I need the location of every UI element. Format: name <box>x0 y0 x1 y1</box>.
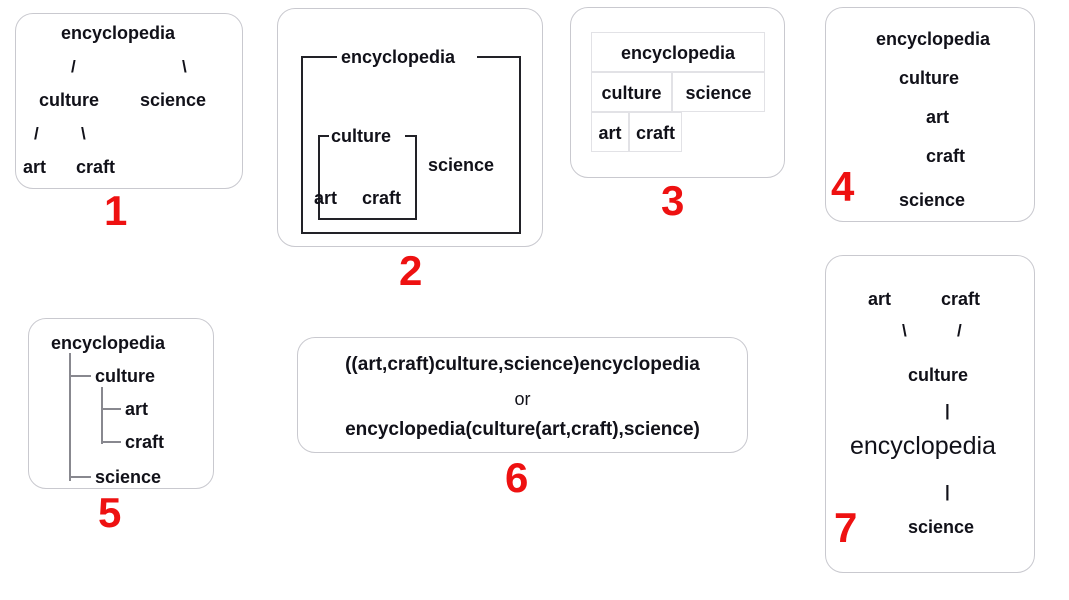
node-science: science <box>908 517 975 537</box>
table-row: encyclopedia <box>591 32 765 72</box>
node-culture: culture <box>908 365 969 385</box>
branch-slash-right-2: \ <box>81 124 86 143</box>
node-encyclopedia: encyclopedia <box>61 23 176 43</box>
tree-node-encyclopedia: encyclopedia <box>51 333 166 353</box>
outline-item-encyclopedia: encyclopedia <box>876 29 991 49</box>
outer-box-top-right-segment <box>477 56 521 58</box>
connector-vertical-lower: | <box>945 482 950 501</box>
panel-number-7: 7 <box>834 504 857 551</box>
tree-connector-horizontal-science <box>69 476 91 478</box>
table-cell-culture: culture <box>591 72 672 112</box>
table-row: art craft <box>591 112 765 152</box>
node-craft: craft <box>362 188 402 208</box>
tree-node-culture: culture <box>95 366 156 386</box>
tree-node-art: art <box>125 399 149 419</box>
tree-connector-horizontal-craft <box>101 441 121 443</box>
tree-connector-horizontal-culture <box>69 375 91 377</box>
outline-item-science: science <box>899 190 966 210</box>
panel-number-6: 6 <box>505 454 528 501</box>
panel-7-inverted-tree: art craft \ / culture | encyclopedia | s… <box>825 255 1035 573</box>
outer-box-label: encyclopedia <box>341 47 456 67</box>
tree-node-craft: craft <box>125 432 165 452</box>
connector-vertical-upper: | <box>945 401 950 420</box>
node-culture: culture <box>39 90 100 110</box>
table-cell-craft: craft <box>629 112 682 152</box>
node-craft: craft <box>941 289 981 309</box>
panel-number-2: 2 <box>399 247 422 294</box>
outline-item-art: art <box>926 107 950 127</box>
node-science: science <box>428 155 495 175</box>
table-row: culture science <box>591 72 765 112</box>
outline-item-craft: craft <box>926 146 966 166</box>
panel-number-4: 4 <box>831 163 854 210</box>
notation-line-prefix: ((art,craft)culture,science)encyclopedia <box>345 354 700 375</box>
node-science: science <box>140 90 207 110</box>
tree-connector-vertical-culture <box>101 387 103 444</box>
panel-number-1: 1 <box>104 187 127 234</box>
node-encyclopedia: encyclopedia <box>850 432 996 460</box>
panel-1-slash-tree: encyclopedia / \ culture science / \ art… <box>15 13 243 189</box>
panel-6-parenthetical-notation: ((art,craft)culture,science)encyclopedia… <box>297 337 748 453</box>
node-art: art <box>868 289 892 309</box>
inner-box-top-right-segment <box>405 135 417 137</box>
inner-box-top-left-segment <box>318 135 329 137</box>
panel-2-nested-boxes: encyclopedia culture art craft science <box>277 8 543 247</box>
node-art: art <box>314 188 338 208</box>
table-cell-encyclopedia: encyclopedia <box>591 32 765 72</box>
notation-separator-or: or <box>514 389 531 409</box>
tree-node-science: science <box>95 467 162 487</box>
node-art: art <box>23 157 47 177</box>
outline-item-culture: culture <box>899 68 960 88</box>
panel-5-elbow-tree: encyclopedia culture art craft science <box>28 318 214 489</box>
branch-slash-right: \ <box>182 57 187 76</box>
outer-box-top-left-segment <box>301 56 337 58</box>
node-craft: craft <box>76 157 116 177</box>
table-cell-art: art <box>591 112 629 152</box>
notation-line-suffix: encyclopedia(culture(art,craft),science) <box>345 419 700 440</box>
panel-3-table: encyclopedia culture science art craft <box>570 7 785 178</box>
branch-slash-left-2: / <box>34 124 39 143</box>
branch-slash: / <box>957 321 962 340</box>
panel-number-3: 3 <box>661 177 684 224</box>
table-grid: encyclopedia culture science art craft <box>591 32 765 152</box>
panel-4-indented-outline: encyclopedia culture art craft science 4 <box>825 7 1035 222</box>
tree-connector-horizontal-art <box>101 408 121 410</box>
table-cell-science: science <box>672 72 765 112</box>
inner-box-label: culture <box>331 126 392 146</box>
branch-backslash: \ <box>902 321 907 340</box>
panel-number-5: 5 <box>98 489 121 536</box>
branch-slash-left: / <box>71 57 76 76</box>
tree-connector-vertical-root <box>69 353 71 481</box>
